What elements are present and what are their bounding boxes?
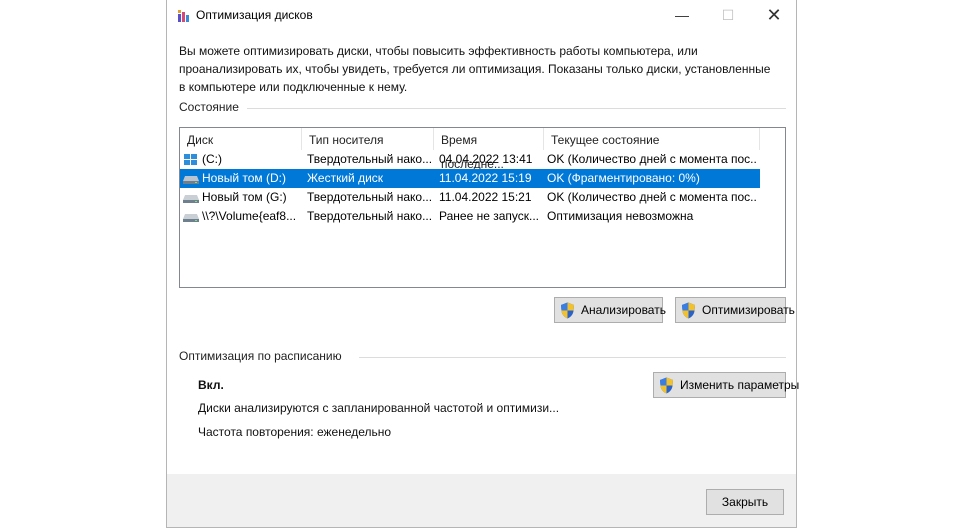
drive-last-run: 11.04.2022 15:21 <box>439 190 532 204</box>
defrag-icon <box>178 10 189 22</box>
column-header-last-run[interactable]: Время последне... <box>434 128 544 171</box>
change-settings-button[interactable]: Изменить параметры <box>653 372 799 398</box>
hard-drive-icon <box>183 195 199 203</box>
footer-bar: Закрыть <box>167 474 796 527</box>
uac-shield-icon <box>660 377 673 394</box>
status-group-label: Состояние <box>179 100 239 114</box>
maximize-button[interactable]: ☐ <box>705 0 751 32</box>
drive-name: \\?\Volume{eaf8... <box>202 209 297 223</box>
column-header-disk[interactable]: Диск <box>180 128 302 150</box>
drive-media-type: Твердотельный нако... <box>307 190 432 204</box>
schedule-group-label: Оптимизация по расписанию <box>179 349 342 363</box>
drive-row-volume[interactable]: \\?\Volume{eaf8... Твердотельный нако...… <box>180 207 760 226</box>
hard-drive-icon <box>183 176 199 184</box>
description-text: Вы можете оптимизировать диски, чтобы по… <box>179 44 771 94</box>
drive-row-c[interactable]: (C:) Твердотельный нако... 04.04.2022 13… <box>180 150 760 169</box>
drive-state: OK (Фрагментировано: 0%) <box>547 171 700 185</box>
drive-name: (C:) <box>202 152 222 166</box>
close-button[interactable]: Закрыть <box>706 489 784 515</box>
uac-shield-icon <box>682 302 695 319</box>
list-header: Диск Тип носителя Время последне... Теку… <box>180 128 785 171</box>
drive-name: Новый том (G:) <box>202 190 287 204</box>
window-title: Оптимизация дисков <box>196 8 313 22</box>
schedule-status: Вкл. <box>198 378 224 392</box>
schedule-details: Диски анализируются с запланированной ча… <box>198 401 560 415</box>
close-window-button[interactable]: ✕ <box>751 0 797 32</box>
uac-shield-icon <box>561 302 574 319</box>
title-bar[interactable]: Оптимизация дисков — ☐ ✕ <box>167 0 796 32</box>
column-header-media-type[interactable]: Тип носителя <box>302 128 434 150</box>
minimize-button[interactable]: — <box>659 0 705 32</box>
windows-drive-icon <box>184 154 197 165</box>
schedule-group-divider <box>359 357 786 358</box>
drive-row-d[interactable]: Новый том (D:) Жесткий диск 11.04.2022 1… <box>180 169 760 188</box>
optimize-label: Оптимизировать <box>702 303 795 317</box>
drive-last-run: 04.04.2022 13:41 <box>439 152 533 166</box>
hard-drive-icon <box>183 214 199 222</box>
drives-list[interactable]: Диск Тип носителя Время последне... Теку… <box>179 127 786 288</box>
schedule-frequency: Частота повторения: еженедельно <box>198 425 392 439</box>
change-settings-label: Изменить параметры <box>680 378 800 392</box>
analyze-button[interactable]: Анализировать <box>554 297 666 323</box>
column-header-current-state[interactable]: Текущее состояние <box>544 128 760 150</box>
drive-row-g[interactable]: Новый том (G:) Твердотельный нако... 11.… <box>180 188 760 207</box>
drive-media-type: Твердотельный нако... <box>307 152 432 166</box>
drive-name: Новый том (D:) <box>202 171 286 185</box>
drive-last-run: 11.04.2022 15:19 <box>439 171 532 185</box>
drive-media-type: Твердотельный нако... <box>307 209 432 223</box>
optimize-button[interactable]: Оптимизировать <box>675 297 795 323</box>
drive-state: Оптимизация невозможна <box>547 209 694 223</box>
drive-media-type: Жесткий диск <box>307 171 384 185</box>
analyze-label: Анализировать <box>581 303 666 317</box>
optimize-drives-window: Оптимизация дисков — ☐ ✕ Вы можете оптим… <box>166 0 799 528</box>
drive-state: OK (Количество дней с момента пос... <box>547 190 757 204</box>
drive-last-run: Ранее не запуск... <box>439 209 540 223</box>
drive-state: OK (Количество дней с момента пос... <box>547 152 757 166</box>
status-group-divider <box>247 108 786 109</box>
